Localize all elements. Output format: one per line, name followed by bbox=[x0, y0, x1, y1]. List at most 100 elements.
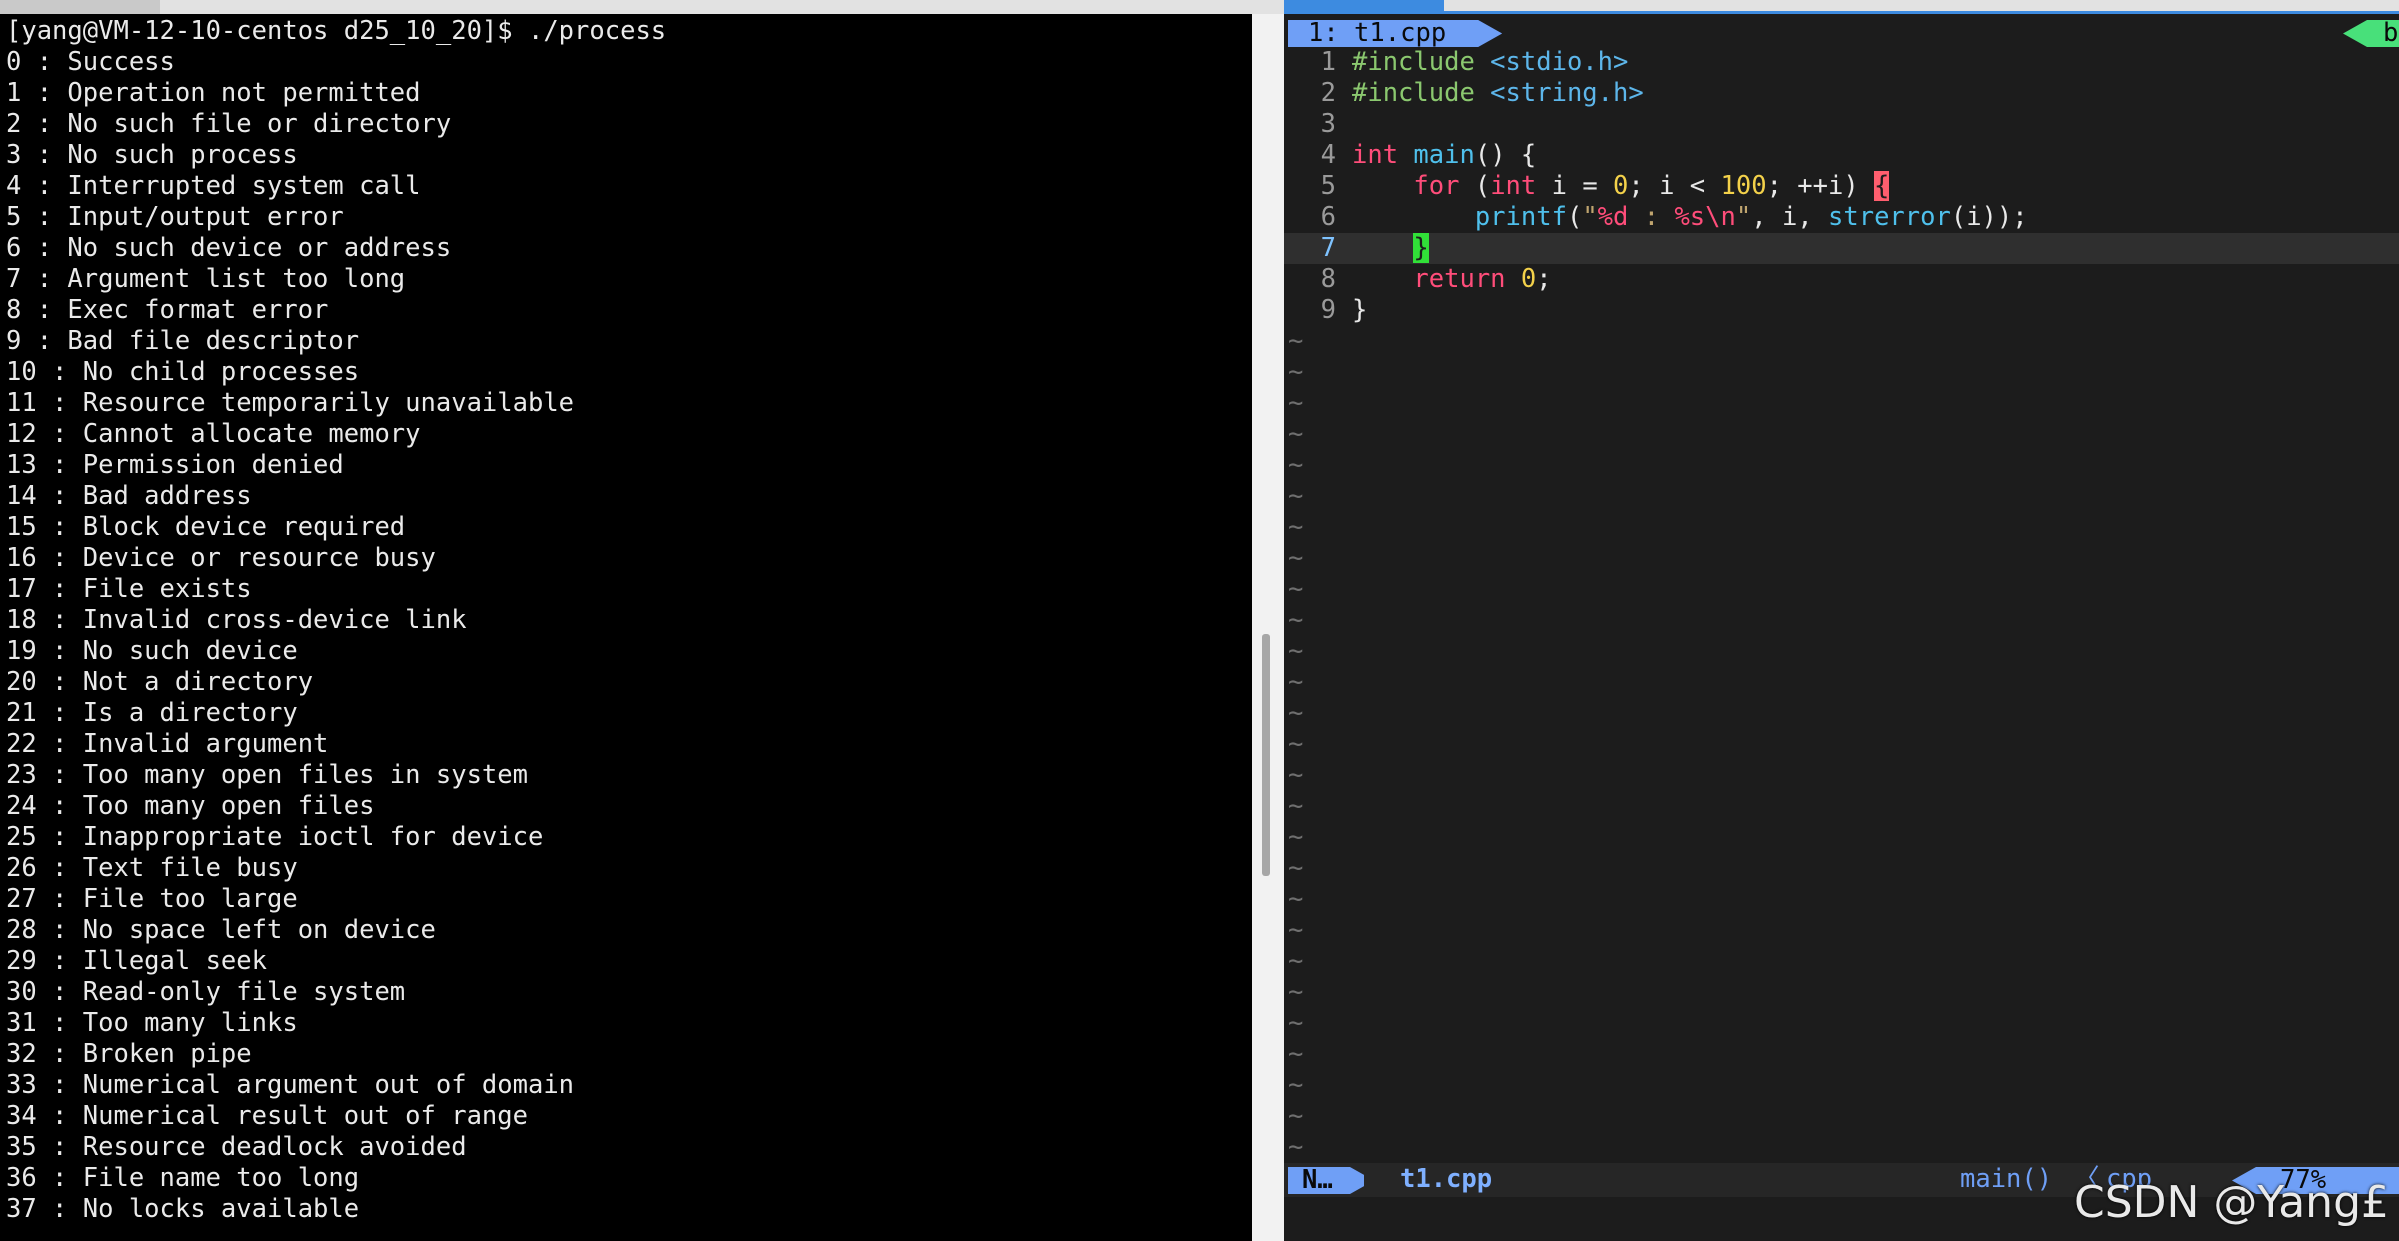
terminal-line: 28 : No space left on device bbox=[6, 915, 436, 945]
terminal-window-tab[interactable] bbox=[0, 0, 160, 14]
empty-line-tilde: ~ bbox=[1284, 946, 2399, 977]
terminal-line: 13 : Permission denied bbox=[6, 450, 344, 480]
terminal-line: 31 : Too many links bbox=[6, 1008, 298, 1038]
terminal-error-list: 0 : Success 1 : Operation not permitted 2 … bbox=[6, 47, 666, 1225]
tilde-marker: ~ bbox=[1288, 636, 1304, 666]
terminal-line: 7 : Argument list too long bbox=[6, 264, 406, 294]
empty-line-tilde: ~ bbox=[1284, 1132, 2399, 1163]
tilde-marker: ~ bbox=[1288, 698, 1304, 728]
empty-line-tilde: ~ bbox=[1284, 667, 2399, 698]
terminal-line: 20 : Not a directory bbox=[6, 667, 314, 697]
terminal-pane[interactable]: [yang@VM-12-10-centos d25_10_20]$ ./proc… bbox=[0, 14, 1252, 1241]
terminal-line: 2 : No such file or directory bbox=[6, 109, 452, 139]
line-number-2: 2 bbox=[1320, 78, 1336, 108]
empty-line-tilde: ~ bbox=[1284, 1101, 2399, 1132]
line-number-3: 3 bbox=[1320, 109, 1336, 139]
code-token: ; ++i) bbox=[1766, 171, 1875, 201]
terminal-line: 30 : Read-only file system bbox=[6, 977, 406, 1007]
terminal-line: 24 : Too many open files bbox=[6, 791, 375, 821]
code-line-1: 1 #include <stdio.h> bbox=[1284, 47, 2399, 78]
terminal-line: 15 : Block device required bbox=[6, 512, 406, 542]
empty-buffer-tildes: ~ ~ ~ ~ ~ ~ ~ ~ ~ ~ ~ ~ ~ ~ ~ ~ ~ ~ ~ ~ ~ ~ ~ ~ ~ ~ ~ bbox=[1284, 326, 2399, 1163]
terminal-line: 35 : Resource deadlock avoided bbox=[6, 1132, 467, 1162]
empty-line-tilde: ~ bbox=[1284, 357, 2399, 388]
empty-line-tilde: ~ bbox=[1284, 1008, 2399, 1039]
tilde-marker: ~ bbox=[1288, 450, 1304, 480]
tilde-marker: ~ bbox=[1288, 729, 1304, 759]
empty-line-tilde: ~ bbox=[1284, 450, 2399, 481]
code-line-8: 8 return 0; bbox=[1284, 264, 2399, 295]
terminal-line: 26 : Text file busy bbox=[6, 853, 298, 883]
line-number-8: 8 bbox=[1320, 264, 1336, 294]
tilde-marker: ~ bbox=[1288, 884, 1304, 914]
tilde-marker: ~ bbox=[1288, 760, 1304, 790]
tilde-marker: ~ bbox=[1288, 915, 1304, 945]
tilde-marker: ~ bbox=[1288, 574, 1304, 604]
terminal-line: 14 : Bad address bbox=[6, 481, 252, 511]
terminal-prompt-line: [yang@VM-12-10-centos d25_10_20]$ ./proc… bbox=[6, 16, 667, 46]
vim-tab-t1-cpp[interactable]: 1: t1.cpp bbox=[1288, 20, 1502, 47]
vim-editor-pane[interactable]: 1: t1.cpp bu 1 #include <stdio.h> 2 #inclu… bbox=[1284, 14, 2399, 1241]
tilde-marker: ~ bbox=[1288, 791, 1304, 821]
terminal-scrollbar-thumb[interactable] bbox=[1262, 634, 1270, 876]
tilde-marker: ~ bbox=[1288, 1039, 1304, 1069]
pane-splitter[interactable] bbox=[1252, 14, 1284, 1241]
line-number-7: 7 bbox=[1320, 233, 1336, 263]
empty-line-tilde: ~ bbox=[1284, 977, 2399, 1008]
top-tab-strip bbox=[0, 0, 2399, 14]
empty-line-tilde: ~ bbox=[1284, 481, 2399, 512]
empty-line-tilde: ~ bbox=[1284, 543, 2399, 574]
code-token: main bbox=[1413, 140, 1475, 170]
code-token: for bbox=[1413, 171, 1460, 201]
code-token: ( bbox=[1566, 202, 1583, 232]
empty-line-tilde: ~ bbox=[1284, 698, 2399, 729]
code-token: , i, bbox=[1751, 202, 1829, 232]
vim-buffer-indicator: bu bbox=[2343, 20, 2399, 47]
mode-indicator: N… bbox=[1288, 1167, 1364, 1194]
code-token: printf bbox=[1474, 202, 1567, 232]
empty-line-tilde: ~ bbox=[1284, 915, 2399, 946]
terminal-line: 0 : Success bbox=[6, 47, 175, 77]
empty-line-tilde: ~ bbox=[1284, 512, 2399, 543]
empty-line-tilde: ~ bbox=[1284, 326, 2399, 357]
line-number-4: 4 bbox=[1320, 140, 1336, 170]
tilde-marker: ~ bbox=[1288, 326, 1304, 356]
empty-line-tilde: ~ bbox=[1284, 791, 2399, 822]
code-line-7-current: 7 } bbox=[1284, 233, 2399, 264]
tilde-marker: ~ bbox=[1288, 1008, 1304, 1038]
matched-brace-open: { bbox=[1874, 171, 1890, 201]
terminal-line: 33 : Numerical argument out of domain bbox=[6, 1070, 575, 1100]
line-number-9: 9 bbox=[1320, 295, 1336, 325]
terminal-line: 36 : File name too long bbox=[6, 1163, 360, 1193]
code-token: " bbox=[1735, 202, 1752, 232]
terminal-line: 27 : File too large bbox=[6, 884, 298, 914]
terminal-line: 11 : Resource temporarily unavailable bbox=[6, 388, 575, 418]
code-token: #include bbox=[1352, 47, 1475, 77]
code-token: <string.h> bbox=[1474, 78, 1644, 108]
terminal-line: 16 : Device or resource busy bbox=[6, 543, 436, 573]
vim-code-area[interactable]: 1 #include <stdio.h> 2 #include <string.h>… bbox=[1284, 47, 2399, 1163]
csdn-watermark: CSDN @Yang£ bbox=[2073, 1177, 2389, 1228]
empty-line-tilde: ~ bbox=[1284, 1070, 2399, 1101]
code-token: 0 bbox=[1520, 264, 1537, 294]
tilde-marker: ~ bbox=[1288, 1070, 1304, 1100]
terminal-line: 25 : Inappropriate ioctl for device bbox=[6, 822, 544, 852]
terminal-line: 10 : No child processes bbox=[6, 357, 360, 387]
empty-line-tilde: ~ bbox=[1284, 388, 2399, 419]
empty-line-tilde: ~ bbox=[1284, 1039, 2399, 1070]
terminal-line: 8 : Exec format error bbox=[6, 295, 329, 325]
code-token: %s bbox=[1674, 202, 1706, 232]
code-line-5: 5 for (int i = 0; i < 100; ++i) { bbox=[1284, 171, 2399, 202]
code-token: () { bbox=[1474, 140, 1537, 170]
terminal-line: 21 : Is a directory bbox=[6, 698, 298, 728]
code-token: i = bbox=[1536, 171, 1614, 201]
tilde-marker: ~ bbox=[1288, 667, 1304, 697]
tilde-marker: ~ bbox=[1288, 512, 1304, 542]
code-token: <stdio.h> bbox=[1474, 47, 1629, 77]
tilde-marker: ~ bbox=[1288, 605, 1304, 635]
tilde-marker: ~ bbox=[1288, 853, 1304, 883]
empty-line-tilde: ~ bbox=[1284, 760, 2399, 791]
